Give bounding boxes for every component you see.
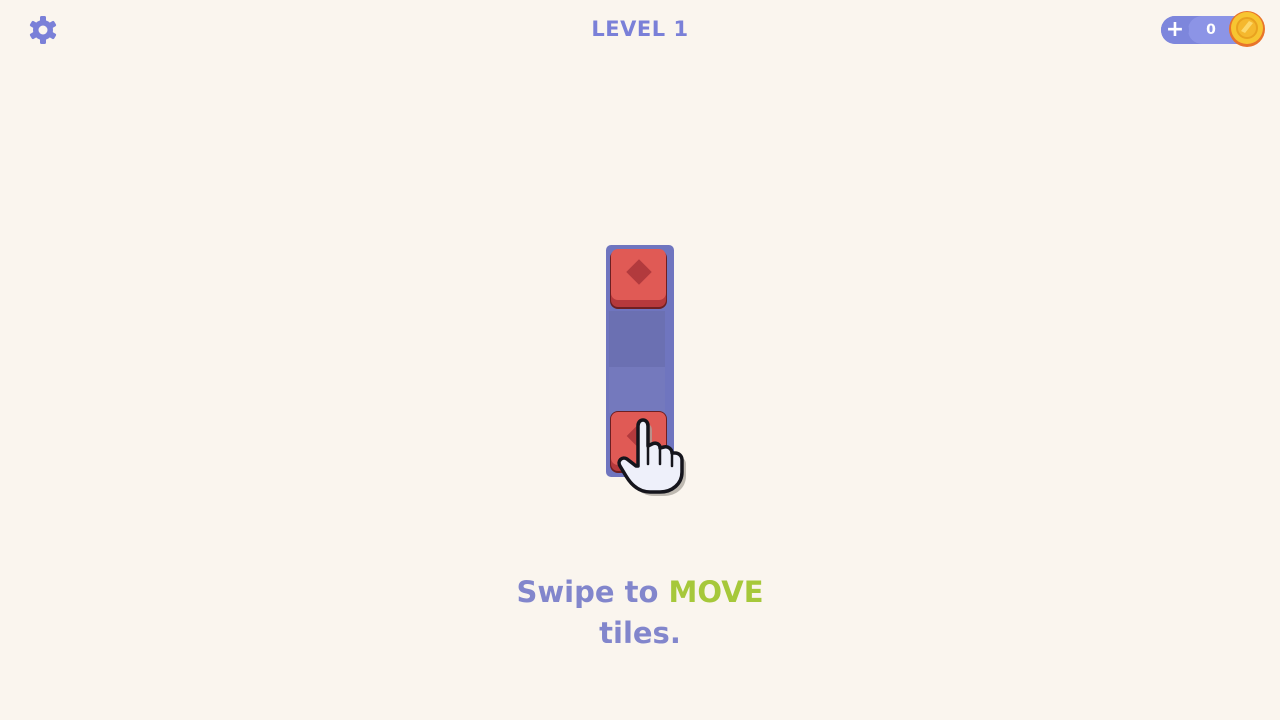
instruction-prefix: Swipe to [516,575,659,609]
level-title: LEVEL 1 [591,17,689,41]
plus-icon: + [1165,17,1185,42]
board-cell-empty [609,367,665,413]
instruction-highlight: MOVE [668,575,764,609]
coin-icon [1227,9,1267,49]
instruction-line2: tiles. [599,616,681,650]
tile-red-diamond[interactable] [610,249,667,309]
game-screen: LEVEL 1 0 + Swipe to MOVE tiles. [0,0,1280,720]
board-cell-empty [609,311,665,367]
add-coins-button[interactable]: + [1161,16,1189,44]
pointing-hand-icon [608,412,692,496]
tutorial-instruction: Swipe to MOVE tiles. [440,572,840,654]
